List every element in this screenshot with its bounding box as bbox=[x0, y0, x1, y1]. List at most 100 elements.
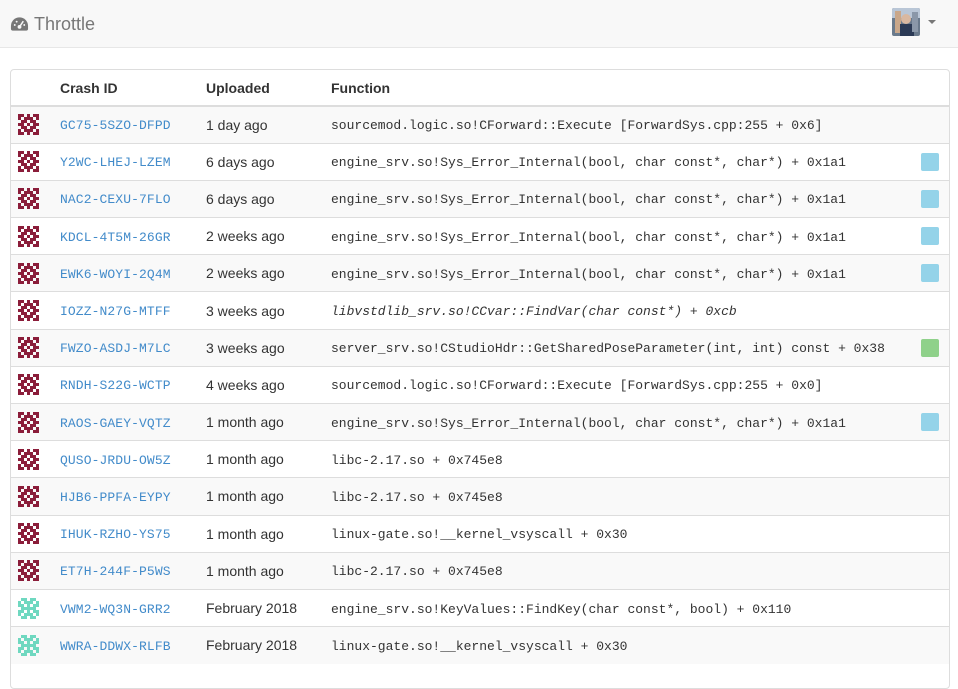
badge-cell bbox=[921, 328, 949, 367]
crash-list-panel: Crash ID Uploaded Function GC75-5SZO-DFP… bbox=[10, 69, 950, 689]
function-name: libc-2.17.so + 0x745e8 bbox=[331, 452, 503, 468]
crash-id-link[interactable]: QUSO-JRDU-OW5Z bbox=[60, 453, 171, 468]
badge-cell bbox=[921, 365, 949, 404]
function-name: server_srv.so!CStudioHdr::GetSharedPoseP… bbox=[331, 341, 885, 357]
brand-link[interactable]: Throttle bbox=[10, 12, 95, 36]
crash-table: Crash ID Uploaded Function GC75-5SZO-DFP… bbox=[11, 70, 949, 664]
crash-id-link[interactable]: EWK6-WOYI-2Q4M bbox=[60, 267, 171, 282]
crash-id-cell: GC75-5SZO-DFPD bbox=[60, 106, 206, 143]
table-row[interactable]: FWZO-ASDJ-M7LC 3 weeks ago server_srv.so!C… bbox=[11, 328, 949, 367]
function-name: engine_srv.so!Sys_Error_Internal(bool, c… bbox=[331, 155, 846, 171]
uploaded-cell: 6 days ago bbox=[206, 142, 331, 181]
identicon-cell bbox=[11, 402, 60, 441]
badge-cell bbox=[921, 217, 949, 255]
crash-id-link[interactable]: NAC2-CEXU-7FLO bbox=[60, 192, 171, 207]
identicon-cell bbox=[11, 254, 60, 292]
crash-id-cell: RAOS-GAEY-VQTZ bbox=[60, 402, 206, 441]
table-row[interactable]: QUSO-JRDU-OW5Z 1 month ago libc-2.17.so + … bbox=[11, 440, 949, 478]
identicon-cell bbox=[11, 626, 60, 664]
crash-id-cell: WWRA-DDWX-RLFB bbox=[60, 626, 206, 664]
function-cell: engine_srv.so!Sys_Error_Internal(bool, c… bbox=[331, 402, 921, 441]
badge-cell bbox=[921, 254, 949, 292]
status-badge bbox=[921, 189, 939, 208]
crash-id-cell: RNDH-S22G-WCTP bbox=[60, 365, 206, 404]
function-cell: linux-gate.so!__kernel_vsyscall + 0x30 bbox=[331, 626, 921, 664]
function-name: engine_srv.so!Sys_Error_Internal(bool, c… bbox=[331, 266, 846, 282]
function-cell: engine_srv.so!Sys_Error_Internal(bool, c… bbox=[331, 142, 921, 181]
identicon-icon bbox=[18, 523, 39, 545]
crash-id-cell: ET7H-244F-P5WS bbox=[60, 551, 206, 590]
user-menu[interactable] bbox=[892, 8, 936, 36]
crash-id-link[interactable]: IHUK-RZHO-YS75 bbox=[60, 527, 171, 542]
function-name: engine_srv.so!Sys_Error_Internal(bool, c… bbox=[331, 192, 846, 208]
crash-id-link[interactable]: WWRA-DDWX-RLFB bbox=[60, 639, 171, 654]
status-badge bbox=[921, 264, 939, 283]
chevron-down-icon[interactable] bbox=[928, 20, 936, 24]
identicon-icon bbox=[18, 374, 39, 396]
table-row[interactable]: RNDH-S22G-WCTP 4 weeks ago sourcemod.logic… bbox=[11, 365, 949, 404]
table-row[interactable]: RAOS-GAEY-VQTZ 1 month ago engine_srv.so!S… bbox=[11, 402, 949, 441]
table-row[interactable]: EWK6-WOYI-2Q4M 2 weeks ago engine_srv.so!S… bbox=[11, 254, 949, 292]
crash-id-link[interactable]: HJB6-PPFA-EYPY bbox=[60, 490, 171, 505]
table-row[interactable]: ET7H-244F-P5WS 1 month ago libc-2.17.so + … bbox=[11, 551, 949, 590]
header-uploaded: Uploaded bbox=[206, 70, 331, 107]
function-cell: libc-2.17.so + 0x745e8 bbox=[331, 440, 921, 478]
crash-id-link[interactable]: GC75-5SZO-DFPD bbox=[60, 118, 171, 133]
uploaded-cell: 1 month ago bbox=[206, 551, 331, 590]
identicon-cell bbox=[11, 179, 60, 218]
uploaded-cell: 2 weeks ago bbox=[206, 217, 331, 255]
badge-cell bbox=[921, 588, 949, 627]
function-name: engine_srv.so!Sys_Error_Internal(bool, c… bbox=[331, 415, 846, 431]
identicon-icon bbox=[18, 337, 39, 359]
crash-id-link[interactable]: RAOS-GAEY-VQTZ bbox=[60, 416, 171, 431]
status-badge bbox=[921, 152, 939, 171]
function-cell: sourcemod.logic.so!CForward::Execute [Fo… bbox=[331, 106, 921, 143]
uploaded-cell: February 2018 bbox=[206, 588, 331, 627]
function-name: linux-gate.so!__kernel_vsyscall + 0x30 bbox=[331, 527, 628, 543]
crash-id-link[interactable]: RNDH-S22G-WCTP bbox=[60, 378, 171, 393]
uploaded-cell: 1 month ago bbox=[206, 440, 331, 478]
identicon-icon bbox=[18, 597, 39, 619]
identicon-icon bbox=[18, 300, 39, 322]
uploaded-cell: February 2018 bbox=[206, 626, 331, 664]
status-badge bbox=[921, 338, 939, 357]
header-function: Function bbox=[331, 70, 921, 107]
function-cell: libc-2.17.so + 0x745e8 bbox=[331, 551, 921, 590]
function-cell: engine_srv.so!Sys_Error_Internal(bool, c… bbox=[331, 217, 921, 255]
crash-id-link[interactable]: FWZO-ASDJ-M7LC bbox=[60, 341, 171, 356]
crash-id-cell: Y2WC-LHEJ-LZEM bbox=[60, 142, 206, 181]
identicon-icon bbox=[18, 114, 39, 136]
crash-id-link[interactable]: VWM2-WQ3N-GRR2 bbox=[60, 602, 171, 617]
table-row[interactable]: IOZZ-N27G-MTFF 3 weeks ago libvstdlib_srv.… bbox=[11, 291, 949, 330]
dashboard-icon bbox=[10, 16, 29, 31]
table-row[interactable]: Y2WC-LHEJ-LZEM 6 days ago engine_srv.so!Sy… bbox=[11, 142, 949, 181]
table-row[interactable]: WWRA-DDWX-RLFB February 2018 linux-gate.so… bbox=[11, 626, 949, 664]
uploaded-cell: 1 month ago bbox=[206, 477, 331, 516]
crash-id-link[interactable]: IOZZ-N27G-MTFF bbox=[60, 304, 171, 319]
table-row[interactable]: KDCL-4T5M-26GR 2 weeks ago engine_srv.so!S… bbox=[11, 217, 949, 255]
table-row[interactable]: IHUK-RZHO-YS75 1 month ago linux-gate.so!_… bbox=[11, 514, 949, 553]
table-row[interactable]: VWM2-WQ3N-GRR2 February 2018 engine_srv.so… bbox=[11, 588, 949, 627]
function-cell: engine_srv.so!KeyValues::FindKey(char co… bbox=[331, 588, 921, 627]
identicon-cell bbox=[11, 328, 60, 367]
navbar: Throttle bbox=[0, 0, 958, 48]
avatar[interactable] bbox=[892, 8, 920, 36]
crash-id-link[interactable]: KDCL-4T5M-26GR bbox=[60, 230, 171, 245]
function-cell: engine_srv.so!Sys_Error_Internal(bool, c… bbox=[331, 254, 921, 292]
identicon-cell bbox=[11, 514, 60, 553]
table-row[interactable]: GC75-5SZO-DFPD 1 day ago sourcemod.logic.s… bbox=[11, 106, 949, 144]
table-row[interactable]: NAC2-CEXU-7FLO 6 days ago engine_srv.so!Sy… bbox=[11, 179, 949, 218]
crash-id-link[interactable]: Y2WC-LHEJ-LZEM bbox=[60, 155, 171, 170]
function-cell: sourcemod.logic.so!CForward::Execute [Fo… bbox=[331, 365, 921, 404]
identicon-cell bbox=[11, 477, 60, 516]
identicon-cell bbox=[11, 291, 60, 330]
status-badge bbox=[921, 227, 939, 246]
badge-cell bbox=[921, 142, 949, 181]
crash-id-link[interactable]: ET7H-244F-P5WS bbox=[60, 564, 171, 579]
identicon-cell bbox=[11, 588, 60, 627]
uploaded-cell: 6 days ago bbox=[206, 179, 331, 218]
table-row[interactable]: HJB6-PPFA-EYPY 1 month ago libc-2.17.so + … bbox=[11, 477, 949, 516]
status-badge bbox=[921, 413, 939, 432]
identicon-cell bbox=[11, 440, 60, 478]
header-crash-id: Crash ID bbox=[60, 70, 206, 107]
